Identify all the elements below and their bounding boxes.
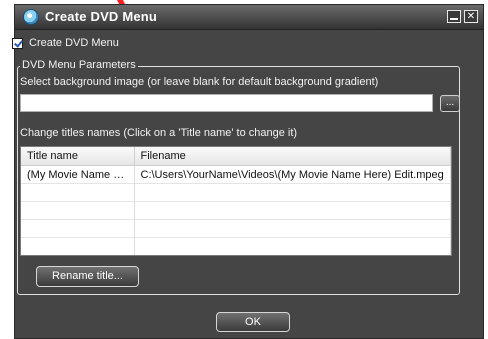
group-legend: DVD Menu Parameters bbox=[20, 59, 138, 71]
filename-cell bbox=[134, 219, 451, 238]
titles-table[interactable]: Title name Filename (My Movie Name Her..… bbox=[20, 146, 452, 256]
table-header-row: Title name Filename bbox=[21, 147, 451, 166]
title-bar[interactable]: Create DVD Menu ✕ bbox=[15, 5, 483, 30]
filename-cell bbox=[134, 183, 451, 202]
close-button[interactable]: ✕ bbox=[464, 10, 478, 23]
rename-title-button[interactable]: Rename title... bbox=[36, 266, 139, 287]
title-name-cell bbox=[21, 183, 135, 202]
title-name-cell bbox=[21, 237, 135, 255]
column-header-filename[interactable]: Filename bbox=[134, 147, 451, 166]
filename-cell bbox=[134, 237, 451, 255]
browse-button[interactable]: ... bbox=[440, 95, 460, 112]
close-icon: ✕ bbox=[466, 11, 476, 22]
ok-button[interactable]: OK bbox=[216, 312, 290, 332]
minimize-icon bbox=[450, 18, 458, 20]
app-icon bbox=[23, 9, 39, 25]
create-dvd-menu-label: Create DVD Menu bbox=[29, 37, 119, 49]
column-header-title-name[interactable]: Title name bbox=[21, 147, 135, 166]
title-name-cell[interactable]: (My Movie Name Her... bbox=[21, 165, 135, 184]
table-row[interactable]: (My Movie Name Her... C:\Users\YourName\… bbox=[21, 165, 451, 184]
filename-cell bbox=[134, 201, 451, 220]
minimize-button[interactable] bbox=[447, 10, 461, 23]
title-name-cell bbox=[21, 219, 135, 238]
table-row bbox=[21, 201, 451, 220]
table-row bbox=[21, 237, 451, 255]
titles-instruction-label: Change titles names (Click on a 'Title n… bbox=[20, 127, 298, 139]
window-title: Create DVD Menu bbox=[45, 9, 158, 24]
table-row bbox=[21, 219, 451, 238]
background-image-label: Select background image (or leave blank … bbox=[20, 76, 379, 88]
table-row bbox=[21, 183, 451, 202]
title-name-cell bbox=[21, 201, 135, 220]
filename-cell: C:\Users\YourName\Videos\(My Movie Name … bbox=[134, 165, 451, 184]
background-image-input[interactable] bbox=[20, 94, 433, 112]
create-dvd-menu-checkbox[interactable] bbox=[12, 38, 23, 49]
